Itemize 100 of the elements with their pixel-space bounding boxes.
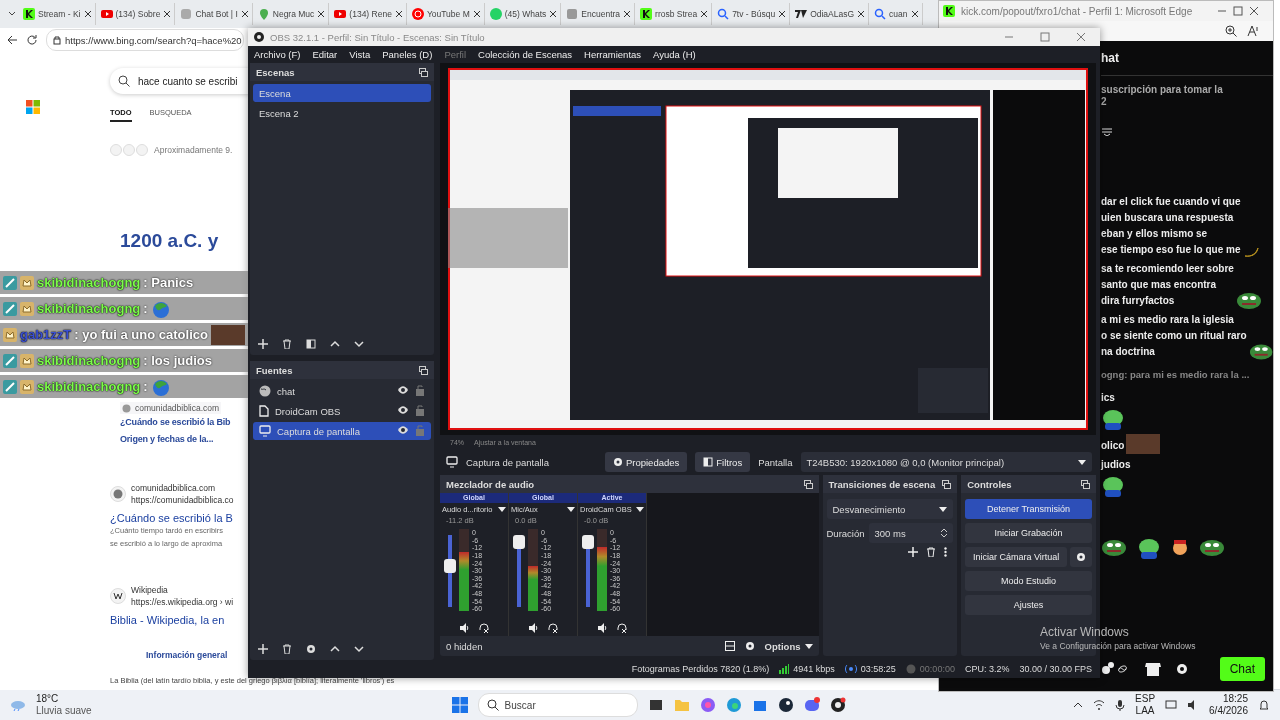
browser-tab[interactable]: (134) Sobre [97, 3, 176, 25]
result-title[interactable]: Biblia - Wikipedia, la en [110, 614, 234, 626]
menu-item[interactable]: Herramientas [584, 49, 642, 60]
browser-tab[interactable]: Chat Bot | I [177, 3, 253, 25]
control-button[interactable]: Detener Transmisión [965, 499, 1092, 519]
address-bar[interactable]: https://www.bing.com/search?q=hace%20 [46, 29, 244, 51]
chat-button[interactable]: Chat [1219, 657, 1265, 681]
menu-item[interactable]: Vista [349, 49, 371, 60]
clock-date[interactable]: 6/4/2026 [1209, 705, 1248, 717]
source-item[interactable]: DroidCam OBS [253, 402, 431, 420]
add-icon[interactable] [908, 547, 919, 557]
control-button[interactable]: Ajustes [965, 595, 1092, 615]
browser-tab[interactable]: Negra Muc [254, 3, 330, 25]
headphones-off-icon[interactable] [548, 623, 558, 633]
layout-icon[interactable] [724, 641, 735, 651]
source-item[interactable]: chat [253, 382, 431, 400]
browser-tab[interactable]: Encuentra [563, 3, 636, 25]
keyboard-layout[interactable]: LAA [1135, 705, 1155, 717]
undock-icon[interactable] [803, 479, 813, 489]
close-icon[interactable] [1249, 6, 1259, 16]
close-icon[interactable] [163, 10, 172, 18]
duration-field[interactable]: 300 ms [868, 523, 954, 543]
headphones-off-icon[interactable] [479, 623, 489, 633]
undock-icon[interactable] [942, 479, 952, 489]
volume-slider[interactable] [444, 559, 456, 574]
store-icon[interactable] [1145, 661, 1161, 677]
close-icon[interactable] [472, 10, 481, 18]
close-icon[interactable] [623, 10, 632, 18]
undock-icon[interactable] [419, 67, 428, 77]
read-aloud-icon[interactable] [1247, 25, 1259, 37]
undock-icon[interactable] [1081, 479, 1090, 489]
microphone-icon[interactable] [1115, 699, 1126, 711]
speaker-icon[interactable] [597, 623, 607, 633]
result-title[interactable]: ¿Cuándo se escribió la B [110, 512, 234, 524]
close-icon[interactable] [394, 10, 403, 18]
result-link[interactable]: Origen y fechas de la... [120, 431, 214, 448]
unlock-icon[interactable] [415, 384, 425, 396]
filter-icon[interactable] [306, 339, 316, 349]
trash-icon[interactable] [926, 547, 937, 557]
up-icon[interactable] [330, 339, 340, 349]
browser-tab[interactable]: (45) Whats [486, 3, 562, 25]
close-icon[interactable] [549, 10, 558, 18]
copilot-icon[interactable] [699, 697, 716, 713]
menu-item[interactable]: Paneles (D) [382, 49, 433, 60]
settings-icon[interactable] [1175, 662, 1189, 676]
discord-icon[interactable] [803, 697, 820, 713]
control-button[interactable]: Iniciar Cámara Virtual [965, 547, 1067, 567]
chevron-down-icon[interactable] [1101, 128, 1113, 136]
search-field[interactable]: hace cuanto se escribi [110, 68, 250, 94]
close-icon[interactable] [857, 10, 866, 18]
more-icon[interactable] [944, 547, 948, 557]
source-item[interactable]: Captura de pantalla [253, 422, 431, 440]
settings-button[interactable] [1070, 547, 1092, 567]
input-language[interactable]: ESP [1135, 693, 1156, 705]
speaker-icon[interactable] [528, 623, 538, 633]
add-icon[interactable] [258, 339, 268, 349]
maximize-icon[interactable] [1040, 32, 1050, 42]
speaker-icon[interactable] [459, 623, 469, 633]
scene-item[interactable]: Escena [253, 84, 431, 102]
down-icon[interactable] [354, 644, 364, 654]
down-icon[interactable] [354, 339, 364, 349]
headphones-off-icon[interactable] [617, 623, 627, 633]
eye-icon[interactable] [397, 385, 409, 395]
add-icon[interactable] [258, 644, 268, 654]
network-icon[interactable] [1093, 699, 1106, 711]
steam-icon[interactable] [777, 697, 794, 713]
volume-slider[interactable] [582, 535, 594, 549]
eye-icon[interactable] [397, 425, 409, 435]
taskbar-search[interactable]: Buscar [477, 693, 638, 717]
display-dropdown[interactable]: T24B530: 1920x1080 @ 0,0 (Monitor principal) [800, 452, 1092, 472]
up-icon[interactable] [330, 644, 340, 654]
refresh-icon[interactable] [26, 34, 38, 46]
clock-time[interactable]: 18:25 [1222, 693, 1248, 705]
close-icon[interactable] [83, 10, 92, 18]
unlock-icon[interactable] [415, 404, 425, 416]
settings-icon[interactable] [306, 644, 316, 654]
options-button[interactable]: Options [764, 640, 813, 652]
browser-tab[interactable]: Stream - Ki [20, 3, 96, 25]
maximize-icon[interactable] [1233, 6, 1243, 16]
close-icon[interactable] [910, 10, 919, 18]
eye-icon[interactable] [397, 405, 409, 415]
menu-item[interactable]: Editar [312, 49, 338, 60]
scene-item[interactable]: Escena 2 [253, 104, 431, 122]
close-icon[interactable] [317, 10, 326, 18]
edge-icon[interactable] [725, 697, 742, 713]
menu-item[interactable]: Archivo (F) [254, 49, 301, 60]
chevron-up-icon[interactable] [1073, 700, 1084, 710]
monitor-icon[interactable] [1165, 699, 1178, 711]
browser-tab[interactable]: (134) Rene [331, 3, 407, 25]
properties-button[interactable]: Propiedades [604, 452, 688, 472]
volume-slider[interactable] [513, 535, 525, 549]
menu-item[interactable]: Colección de Escenas [478, 49, 573, 60]
trash-icon[interactable] [282, 644, 292, 654]
browser-tab[interactable]: OdiaALasG [792, 3, 870, 25]
info-tab[interactable]: Información general [146, 650, 228, 660]
browser-tab[interactable]: 7tv - Búsqu [714, 3, 791, 25]
close-icon[interactable] [778, 10, 787, 18]
transition-dropdown[interactable]: Desvanecimiento [826, 499, 954, 519]
browser-tab[interactable]: rrosb Strea [637, 3, 713, 25]
control-button[interactable]: Modo Estudio [965, 571, 1092, 591]
